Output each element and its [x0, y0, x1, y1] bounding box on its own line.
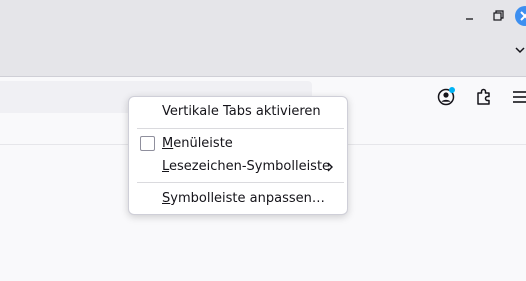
menu-item-bookmarks-toolbar[interactable]: Lesezeichen-Symbolleiste [129, 156, 347, 178]
menu-separator [137, 128, 344, 129]
chevron-down-icon[interactable] [513, 42, 526, 58]
title-bar [0, 0, 526, 76]
menu-item-customize-toolbar[interactable]: Symbolleiste anpassen… [129, 188, 347, 210]
toolbar-context-menu: Vertikale Tabs aktivieren Menüleiste Les… [128, 96, 348, 215]
account-notification-dot [449, 87, 455, 93]
menubar-checkbox[interactable] [140, 136, 155, 151]
extensions-icon [477, 88, 490, 105]
account-button[interactable] [434, 85, 458, 109]
menu-item-menubar[interactable]: Menüleiste [129, 133, 347, 155]
hamburger-menu-icon [513, 91, 526, 103]
label-rest: ymbolleiste anpassen… [170, 191, 325, 206]
menu-item-vertical-tabs[interactable]: Vertikale Tabs aktivieren [129, 101, 347, 123]
menu-item-label: Lesezeichen-Symbolleiste [162, 156, 330, 178]
app-menu-button[interactable] [508, 85, 526, 109]
menu-item-label: Vertikale Tabs aktivieren [162, 104, 321, 119]
maximize-icon[interactable] [489, 7, 507, 25]
close-icon[interactable] [515, 6, 526, 26]
label-rest: enüleiste [173, 136, 233, 151]
minimize-icon[interactable] [461, 7, 479, 25]
menu-item-label: Menüleiste [162, 133, 233, 155]
menu-separator [137, 182, 344, 183]
label-rest: esezeichen-Symbolleiste [169, 159, 331, 174]
accesskey: M [162, 136, 174, 151]
extensions-button[interactable] [472, 85, 496, 109]
menu-item-label: Symbolleiste anpassen… [162, 188, 325, 210]
accesskey: L [162, 159, 170, 174]
chevron-right-icon [327, 162, 333, 172]
